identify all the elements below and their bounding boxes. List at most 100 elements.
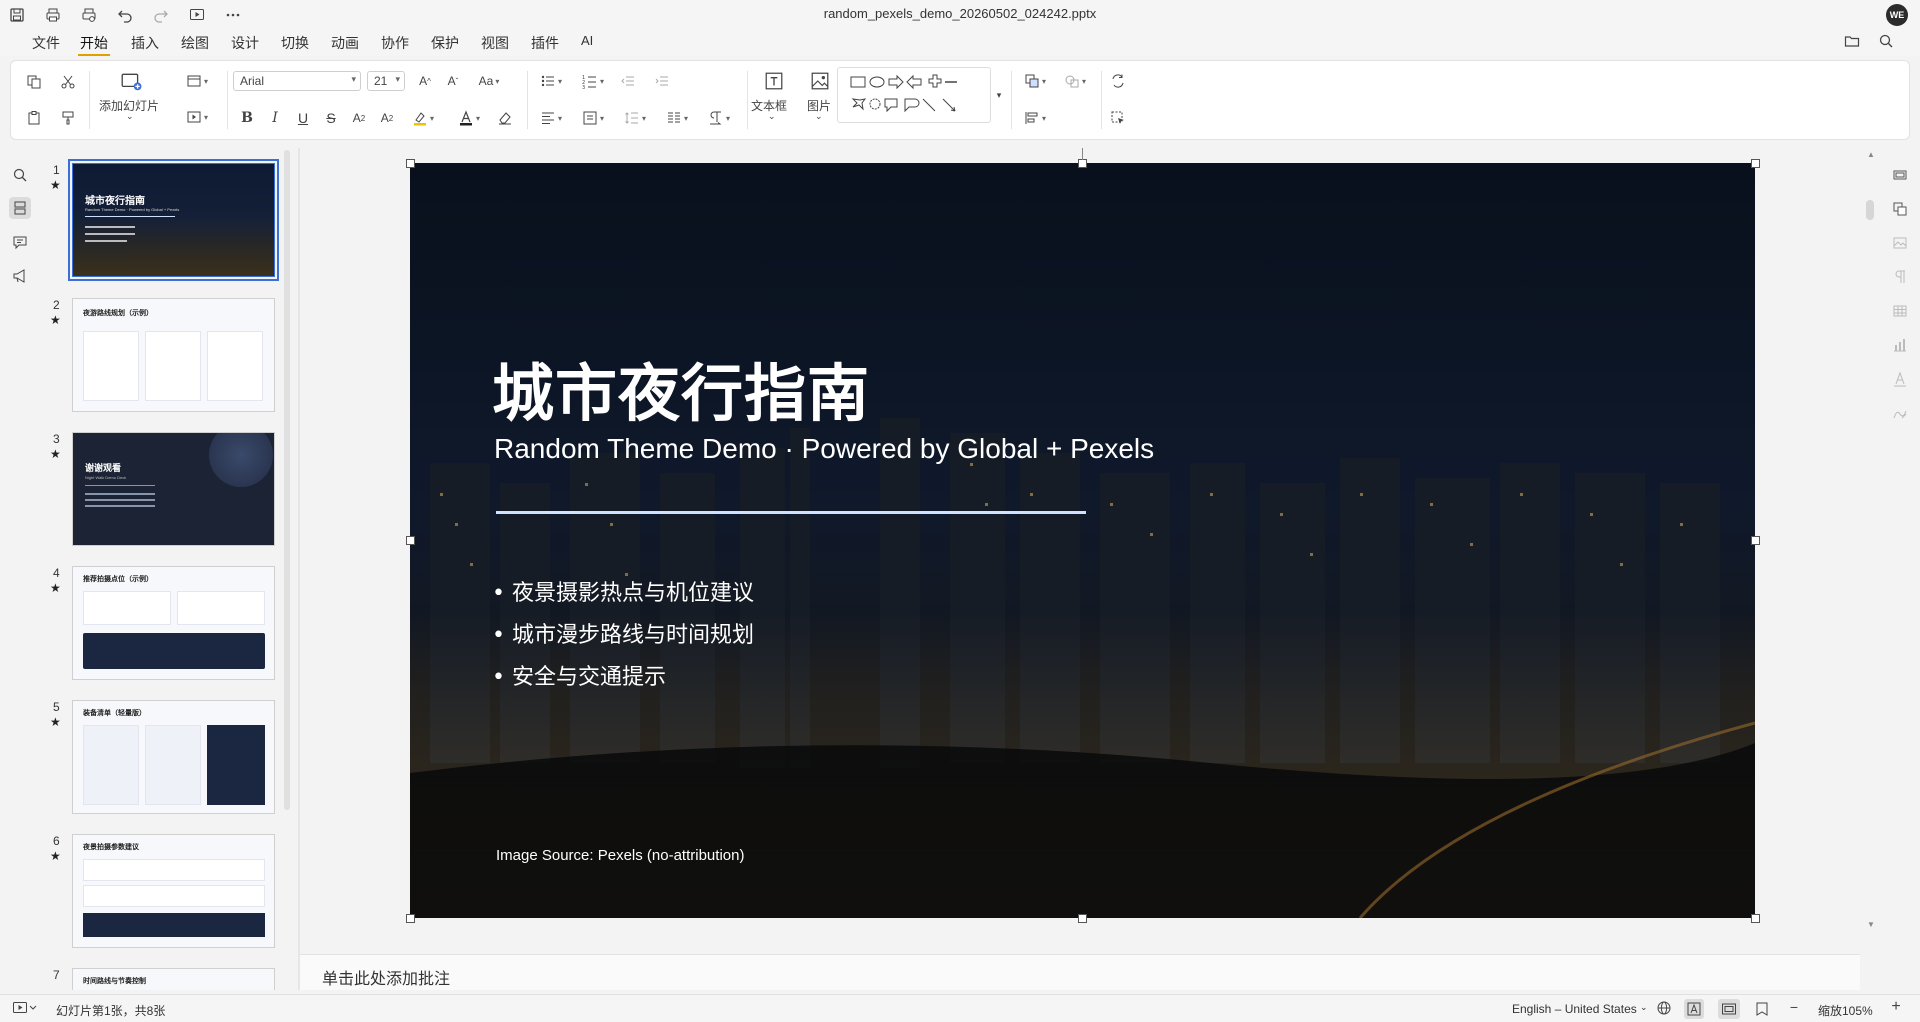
group-icon[interactable]: ▾ xyxy=(1057,71,1093,91)
bold-icon[interactable]: B xyxy=(237,108,257,128)
zoom-level[interactable]: 缩放105% xyxy=(1818,1002,1873,1019)
slide-subtitle[interactable]: Random Theme Demo · Powered by Global + … xyxy=(494,433,1154,465)
more-icon[interactable] xyxy=(222,4,244,26)
increase-font-icon[interactable]: A ^ xyxy=(413,71,437,91)
menu-home[interactable]: 开始 xyxy=(78,33,110,56)
italic-icon[interactable]: I xyxy=(265,108,285,128)
image-settings-icon[interactable] xyxy=(1891,234,1909,252)
select-icon[interactable] xyxy=(1107,108,1129,128)
undo-icon[interactable] xyxy=(114,4,136,26)
copy-icon[interactable] xyxy=(23,71,45,93)
menu-draw[interactable]: 绘图 xyxy=(179,33,211,53)
search-icon[interactable] xyxy=(1878,33,1898,53)
chart-settings-icon[interactable] xyxy=(1891,336,1909,354)
print-icon[interactable] xyxy=(42,4,64,26)
text-direction-icon[interactable]: ▾ xyxy=(701,108,737,128)
menu-transitions[interactable]: 切换 xyxy=(279,33,311,53)
underline-icon[interactable]: U xyxy=(293,108,313,128)
columns-icon[interactable]: ▾ xyxy=(659,108,695,128)
cut-icon[interactable] xyxy=(57,71,79,93)
language-select[interactable]: English – United States xyxy=(1512,1002,1637,1016)
slide-thumbnail-2[interactable]: 夜游路线规划（示例） xyxy=(72,298,275,412)
align-objects-icon[interactable]: ▾ xyxy=(1017,108,1053,128)
scroll-up-icon[interactable]: ▲ xyxy=(1866,150,1876,162)
vertical-align-icon[interactable]: ▾ xyxy=(575,108,611,128)
signature-settings-icon[interactable] xyxy=(1891,404,1909,422)
paste-icon[interactable] xyxy=(23,107,45,129)
reading-view-icon[interactable] xyxy=(1752,999,1772,1019)
notes-pane[interactable]: 单击此处添加批注 xyxy=(300,954,1860,990)
slide-thumbnail-6[interactable]: 夜景拍摄参数建议 xyxy=(72,834,275,948)
menu-insert[interactable]: 插入 xyxy=(129,33,161,53)
slide-thumbnail-1[interactable]: 城市夜行指南 Random Theme Demo · Powered by Gl… xyxy=(68,159,279,281)
arrange-icon[interactable]: ▾ xyxy=(1017,71,1053,91)
slide-thumbnail-4[interactable]: 推荐拍摄点位（示例） xyxy=(72,566,275,680)
paragraph-settings-icon[interactable] xyxy=(1891,268,1909,286)
change-case-icon[interactable]: Aa ▾ xyxy=(469,71,509,91)
rotate-handle[interactable] xyxy=(1082,148,1083,160)
zoom-out-icon[interactable]: − xyxy=(1784,999,1804,1019)
resize-handle[interactable] xyxy=(1751,536,1760,545)
resize-handle[interactable] xyxy=(406,159,415,168)
strikethrough-icon[interactable]: S xyxy=(321,108,341,128)
highlight-color-icon[interactable]: ▾ xyxy=(405,108,441,128)
textbox-icon[interactable] xyxy=(759,69,789,93)
language-dropdown-icon[interactable]: ⌄ xyxy=(1640,1002,1648,1013)
menu-file[interactable]: 文件 xyxy=(30,33,62,53)
slide-thumbnail-5[interactable]: 装备清单（轻量版） xyxy=(72,700,275,814)
slide-settings-icon[interactable] xyxy=(1891,166,1909,184)
announcement-icon[interactable] xyxy=(9,265,31,287)
increase-indent-icon[interactable] xyxy=(651,71,673,91)
save-icon[interactable] xyxy=(6,4,28,26)
image-source-caption[interactable]: Image Source: Pexels (no-attribution) xyxy=(496,847,744,864)
spellcheck-icon[interactable] xyxy=(1684,999,1704,1019)
resize-handle[interactable] xyxy=(1078,159,1087,168)
shapes-gallery[interactable] xyxy=(837,67,991,123)
picture-icon[interactable] xyxy=(805,69,835,93)
resize-handle[interactable] xyxy=(1078,914,1087,923)
slide-thumbnail-7[interactable]: 时间路线与节奏控制 xyxy=(72,968,275,990)
font-color-icon[interactable]: ▾ xyxy=(451,108,487,128)
shape-settings-icon[interactable] xyxy=(1891,200,1909,218)
resize-handle[interactable] xyxy=(406,914,415,923)
open-folder-icon[interactable] xyxy=(1844,33,1864,53)
add-slide-dropdown-icon[interactable]: ⌄ xyxy=(126,111,134,122)
slide-thumbnail-3[interactable]: 谢谢观看 Night Walk Demo Deck xyxy=(72,432,275,546)
picture-dropdown-icon[interactable]: ⌄ xyxy=(815,111,823,122)
normal-view-icon[interactable] xyxy=(1718,999,1740,1019)
font-name-select[interactable]: Arial ▾ xyxy=(233,71,361,91)
format-painter-icon[interactable] xyxy=(57,107,79,129)
slide-bullet-2[interactable]: • 城市漫步路线与时间规划 xyxy=(492,617,754,649)
bullets-icon[interactable]: ▾ xyxy=(533,71,569,91)
line-spacing-icon[interactable]: ▾ xyxy=(617,108,653,128)
menu-view[interactable]: 视图 xyxy=(479,33,511,53)
avatar[interactable]: WE xyxy=(1886,4,1908,26)
slide-bullet-1[interactable]: • 夜景摄影热点与机位建议 xyxy=(492,575,754,607)
menu-animations[interactable]: 动画 xyxy=(329,33,361,53)
layout-icon[interactable]: ▾ xyxy=(179,71,215,91)
table-settings-icon[interactable] xyxy=(1891,302,1909,320)
canvas-scrollbar-thumb[interactable] xyxy=(1866,200,1874,220)
resize-handle[interactable] xyxy=(1751,159,1760,168)
find-icon[interactable] xyxy=(9,164,31,186)
menu-protect[interactable]: 保护 xyxy=(429,33,461,53)
print-preview-icon[interactable] xyxy=(78,4,100,26)
notes-placeholder[interactable]: 单击此处添加批注 xyxy=(322,965,450,989)
superscript-icon[interactable]: A2 xyxy=(349,108,369,128)
add-slide-icon[interactable] xyxy=(116,69,146,95)
menu-collaborate[interactable]: 协作 xyxy=(379,33,411,53)
subscript-icon[interactable]: A2 xyxy=(377,108,397,128)
clear-format-icon[interactable] xyxy=(495,108,515,128)
slide-bullet-3[interactable]: • 安全与交通提示 xyxy=(492,659,666,691)
slide-1[interactable]: 城市夜行指南 Random Theme Demo · Powered by Gl… xyxy=(410,163,1755,918)
textbox-dropdown-icon[interactable]: ⌄ xyxy=(768,111,776,122)
menu-plugins[interactable]: 插件 xyxy=(529,33,561,53)
slide-title[interactable]: 城市夜行指南 xyxy=(492,343,870,433)
zoom-in-icon[interactable]: + xyxy=(1886,998,1906,1018)
align-left-icon[interactable]: ▾ xyxy=(533,108,569,128)
menu-ai[interactable]: AI xyxy=(579,33,595,48)
decrease-indent-icon[interactable] xyxy=(617,71,639,91)
replace-icon[interactable] xyxy=(1107,71,1129,91)
menu-design[interactable]: 设计 xyxy=(229,33,261,53)
comments-icon[interactable] xyxy=(9,231,31,253)
